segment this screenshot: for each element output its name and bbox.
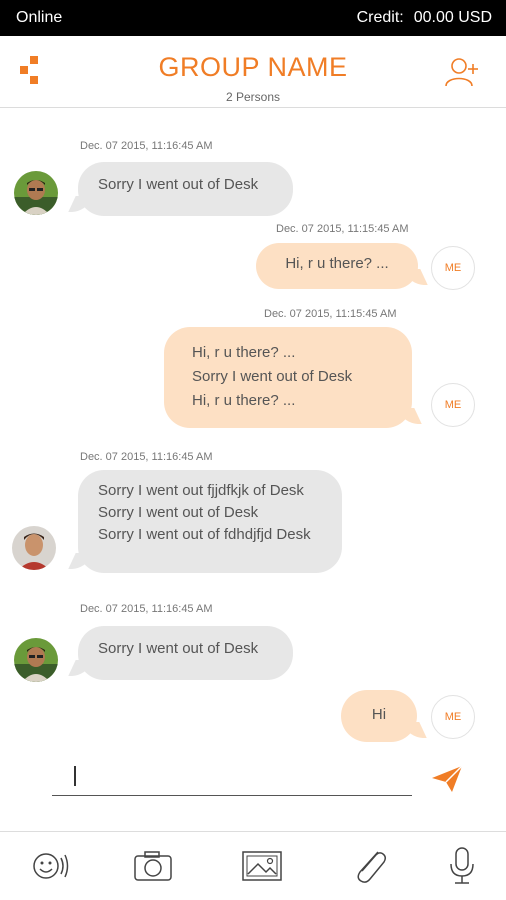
member-count: 2 Persons [225,90,281,104]
message-text: Sorry I went out of Desk [98,504,259,521]
avatar[interactable] [14,638,58,682]
message-input-container [52,760,412,796]
message-text: Sorry I went out of fdhdjfjd Desk [98,526,311,543]
message-text: Hi, r u there? ... [192,392,296,409]
message-bubble-incoming[interactable]: Sorry I went out of Desk [78,626,293,680]
credit-label: Credit: [356,9,404,26]
image-icon[interactable] [240,846,284,886]
message-text: Sorry I went out fjjdfkjk of Desk [98,482,304,499]
message-text: Sorry I went out of Desk [98,640,259,657]
credit-value: 00.00 USD [413,9,492,26]
message-bubble-outgoing[interactable]: Hi [341,690,417,742]
message-bubble-outgoing[interactable]: Hi, r u there? ... Sorry I went out of D… [164,327,412,428]
avatar[interactable] [12,526,56,570]
microphone-icon[interactable] [440,846,484,886]
user-photo-icon [14,638,58,682]
attachment-icon[interactable] [348,846,392,886]
message-text: Hi, r u there? ... [285,255,389,272]
message-timestamp: Dec. 07 2015, 11:16:45 AM [80,603,213,615]
message-timestamp: Dec. 07 2015, 11:15:45 AM [276,223,409,235]
message-input[interactable] [52,760,412,795]
send-icon[interactable] [430,764,464,794]
add-member-icon[interactable] [444,56,480,88]
user-photo-icon [14,171,58,215]
avatar[interactable] [14,171,58,215]
message-text: Hi [371,706,387,723]
message-timestamp: Dec. 07 2015, 11:16:45 AM [80,140,213,152]
me-avatar[interactable]: ME [431,695,475,739]
user-photo-icon [12,526,56,570]
emoji-icon[interactable] [28,846,72,886]
attachment-toolbar [0,831,506,900]
message-timestamp: Dec. 07 2015, 11:16:45 AM [80,451,213,463]
message-bubble-incoming[interactable]: Sorry I went out of Desk [78,162,293,216]
message-bubble-outgoing[interactable]: Hi, r u there? ... [256,243,418,289]
text-cursor [74,766,76,786]
camera-icon[interactable] [131,846,175,886]
message-text: Hi, r u there? ... [192,344,296,361]
me-avatar[interactable]: ME [431,383,475,427]
message-bubble-incoming[interactable]: Sorry I went out fjjdfkjk of Desk Sorry … [78,470,342,573]
credit-display: Credit: 00.00 USD [357,9,492,27]
status-bar: Online Credit: 00.00 USD [0,0,506,36]
chat-header: GROUP NAME 2 Persons [0,36,506,108]
message-text: Sorry I went out of Desk [192,368,353,385]
me-avatar[interactable]: ME [431,246,475,290]
message-text: Sorry I went out of Desk [98,176,259,193]
group-title[interactable]: GROUP NAME [0,52,506,83]
message-timestamp: Dec. 07 2015, 11:15:45 AM [264,308,397,320]
connection-status: Online [16,9,63,26]
